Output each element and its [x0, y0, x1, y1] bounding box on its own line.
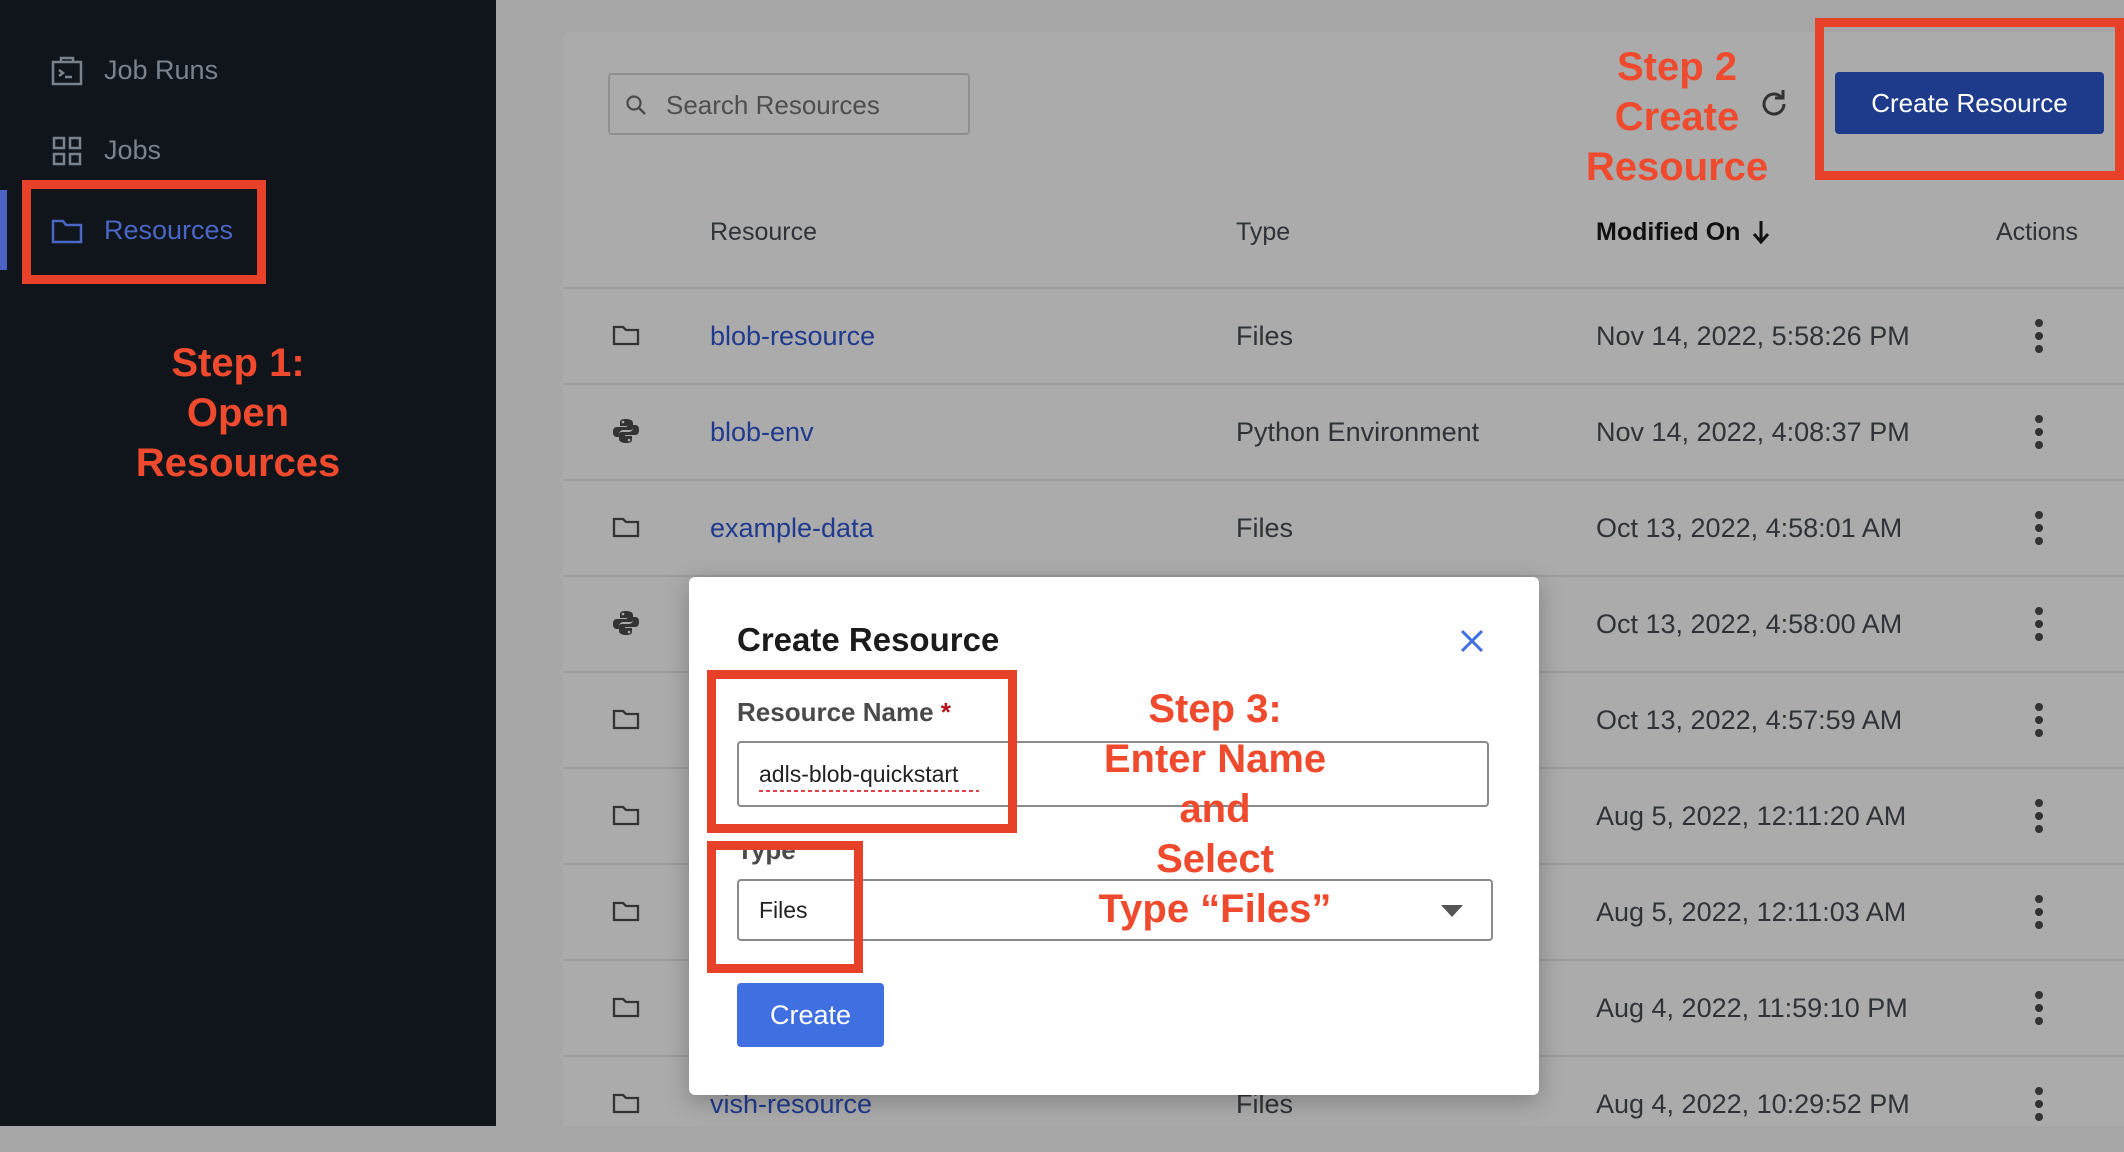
more-actions-icon[interactable]	[2033, 1085, 2045, 1123]
step3-line: Type “Files”	[1098, 887, 1332, 931]
step3-line: Step 3:	[1148, 687, 1282, 731]
step3-type-highlight-box	[707, 841, 863, 973]
step2-line: Resource	[1585, 145, 1769, 189]
more-actions-icon[interactable]	[2033, 893, 2045, 931]
step3-name-highlight-box	[707, 670, 1017, 833]
resource-modified-date: Aug 4, 2022, 11:59:10 PM	[1596, 993, 1908, 1023]
resource-name-link[interactable]: example-data	[710, 513, 874, 544]
table-row[interactable]: example-data Files Oct 13, 2022, 4:58:01 A…	[563, 479, 2124, 576]
resource-modified-date: Aug 4, 2022, 10:29:52 PM	[1596, 1089, 1910, 1119]
table-row[interactable]: blob-env Python Environment Nov 14, 2022, …	[563, 383, 2124, 480]
search-icon	[626, 95, 646, 115]
step2-line: Step 2	[1616, 45, 1738, 89]
sidebar-item-label: Job Runs	[104, 54, 219, 85]
create-button[interactable]: Create	[737, 983, 884, 1047]
more-actions-icon[interactable]	[2033, 797, 2045, 835]
step2-highlight-box	[1815, 18, 2124, 180]
column-header-resource[interactable]: Resource	[710, 218, 817, 247]
more-actions-icon[interactable]	[2033, 317, 2045, 355]
resource-name-link[interactable]: blob-env	[710, 417, 814, 448]
resource-name-link[interactable]: blob-resource	[710, 321, 875, 352]
table-row[interactable]: blob-resource Files Nov 14, 2022, 5:58:26 …	[563, 287, 2124, 384]
resource-modified-date: Oct 13, 2022, 4:58:01 AM	[1596, 513, 1903, 543]
column-header-actions: Actions	[1996, 218, 2078, 246]
sort-desc-icon[interactable]	[1750, 218, 1772, 246]
step1-line: Step 1:	[171, 341, 305, 385]
resource-modified-date: Nov 14, 2022, 5:58:26 PM	[1596, 321, 1910, 351]
folder-icon	[612, 325, 640, 346]
step1-line: Open	[186, 391, 290, 435]
sidebar-item-jobs[interactable]: Jobs	[0, 110, 496, 190]
column-header-type[interactable]: Type	[1236, 218, 1290, 247]
chevron-down-icon	[1441, 905, 1463, 917]
step3-annotation: Step 3: Enter Name and Select Type “File…	[1060, 684, 1370, 934]
step1-highlight-box	[22, 180, 266, 284]
resource-type: Files	[1236, 321, 1294, 351]
search-box[interactable]	[608, 73, 970, 135]
column-header-modified-on[interactable]: Modified On	[1596, 218, 1740, 247]
grid-icon	[52, 136, 82, 166]
sidebar-item-label: Jobs	[104, 134, 162, 165]
resource-modified-date: Oct 13, 2022, 4:57:59 AM	[1596, 705, 1903, 735]
step2-annotation: Step 2 Create Resource	[1560, 42, 1794, 192]
close-icon[interactable]	[1458, 627, 1486, 655]
resource-modified-date: Aug 5, 2022, 12:11:03 AM	[1596, 897, 1907, 927]
step3-line: Enter Name	[1103, 737, 1327, 781]
folder-icon	[612, 517, 640, 538]
resource-type: Python Environment	[1236, 417, 1480, 447]
sidebar-item-job-runs[interactable]: Job Runs	[0, 30, 496, 110]
job-runs-icon	[51, 56, 83, 86]
search-input[interactable]	[664, 85, 958, 125]
folder-icon	[612, 709, 640, 730]
resource-modified-date: Aug 5, 2022, 12:11:20 AM	[1596, 801, 1907, 831]
step2-line: Create	[1614, 95, 1740, 139]
step3-line: Select	[1156, 837, 1274, 881]
more-actions-icon[interactable]	[2033, 509, 2045, 547]
resource-modified-date: Oct 13, 2022, 4:58:00 AM	[1596, 609, 1903, 639]
folder-icon	[612, 997, 640, 1018]
python-icon	[613, 419, 639, 443]
dialog-title: Create Resource	[737, 621, 1000, 658]
folder-icon	[612, 1093, 640, 1114]
resource-type: Files	[1236, 513, 1294, 543]
step1-annotation: Step 1: Open Resources	[110, 338, 366, 488]
more-actions-icon[interactable]	[2033, 989, 2045, 1027]
python-icon	[613, 611, 639, 635]
folder-icon	[612, 805, 640, 826]
sidebar: Job Runs Jobs Resources	[0, 0, 496, 1126]
folder-icon	[612, 901, 640, 922]
step3-line: and	[1179, 787, 1251, 831]
resource-modified-date: Nov 14, 2022, 4:08:37 PM	[1596, 417, 1910, 447]
more-actions-icon[interactable]	[2033, 605, 2045, 643]
more-actions-icon[interactable]	[2033, 413, 2045, 451]
step1-line: Resources	[135, 441, 341, 485]
more-actions-icon[interactable]	[2033, 701, 2045, 739]
